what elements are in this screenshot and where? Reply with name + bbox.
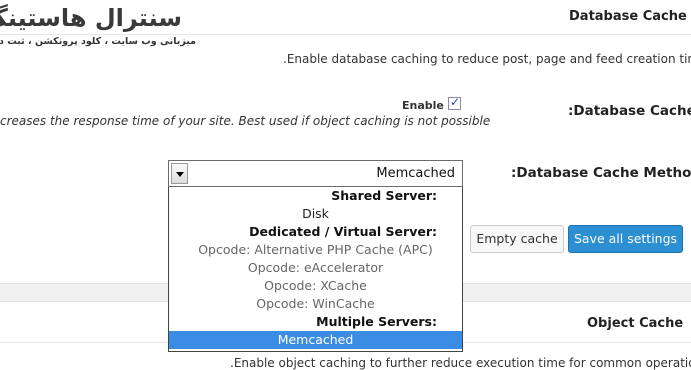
empty-cache-button[interactable]: Empty cache — [470, 225, 564, 253]
option-disk[interactable]: Disk — [169, 205, 462, 223]
section-divider — [0, 34, 691, 35]
method-dropdown-list[interactable]: :Shared Server Disk :Dedicated / Virtual… — [168, 187, 463, 352]
database-cache-field-label: :Database Cache — [568, 103, 691, 119]
select-current-value: Memcached — [376, 166, 455, 181]
optgroup-dedicated-virtual-server: :Dedicated / Virtual Server — [249, 224, 437, 239]
optgroup-multiple-servers: :Multiple Servers — [316, 314, 437, 329]
option-opcode-apc: (Opcode: Alternative PHP Cache (APC — [198, 242, 433, 257]
chevron-down-icon[interactable] — [171, 163, 188, 184]
option-opcode-wincache: Opcode: WinCache — [256, 296, 375, 311]
logo-tagline: میزبانی وب سایت ، کلود پرونکشن ، ثبت دام… — [0, 36, 196, 47]
save-all-settings-button[interactable]: Save all settings — [568, 225, 683, 253]
section-title-database-cache: Database Cache — [569, 9, 687, 24]
object-cache-intro: .Enable object caching to further reduce… — [230, 356, 691, 370]
optgroup-shared-server: :Shared Server — [331, 188, 437, 203]
option-memcached[interactable]: Memcached — [169, 331, 462, 349]
section-title-object-cache: Object Cache — [587, 316, 684, 331]
enable-database-cache-checkbox[interactable] — [448, 95, 461, 110]
site-logo: سنترال هاستینگ میزبانی وب سایت ، کلود پر… — [0, 2, 202, 56]
database-cache-method-select[interactable]: Memcached — [168, 160, 463, 187]
logo-title: سنترال هاستینگ — [0, 4, 183, 32]
database-cache-method-label: :Database Cache Method — [511, 165, 691, 181]
option-opcode-xcache: Opcode: XCache — [264, 278, 367, 293]
database-cache-intro: .Enable database caching to reduce post,… — [283, 52, 691, 66]
option-opcode-eaccelerator: Opcode: eAccelerator — [247, 260, 384, 275]
enable-hint-text: creases the response time of your site. … — [0, 114, 491, 128]
enable-checkbox-label: Enable — [402, 99, 444, 112]
